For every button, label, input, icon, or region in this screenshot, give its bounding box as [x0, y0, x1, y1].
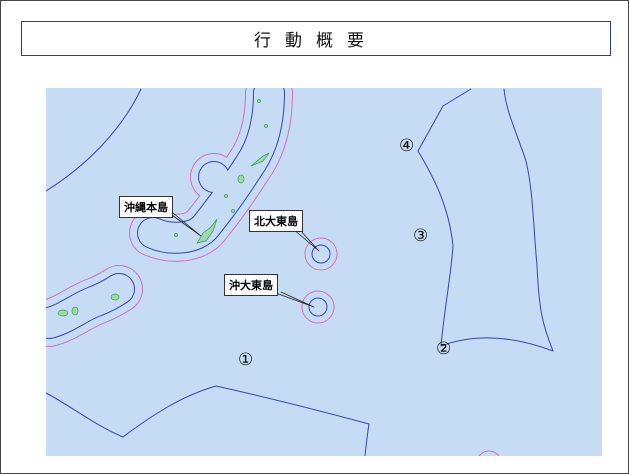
marker-1: ①	[238, 350, 254, 370]
page: 行動概要 沖縄本島 北大東島 沖大東島 ① ② ③ ④	[0, 0, 629, 474]
label-okinawa: 沖縄本島	[119, 196, 173, 218]
label-okidaito: 沖大東島	[224, 274, 278, 296]
map	[46, 88, 602, 456]
marker-3: ③	[413, 226, 429, 246]
label-kitadaito: 北大東島	[249, 210, 303, 232]
marker-2: ②	[436, 339, 452, 359]
marker-4: ④	[399, 136, 415, 156]
